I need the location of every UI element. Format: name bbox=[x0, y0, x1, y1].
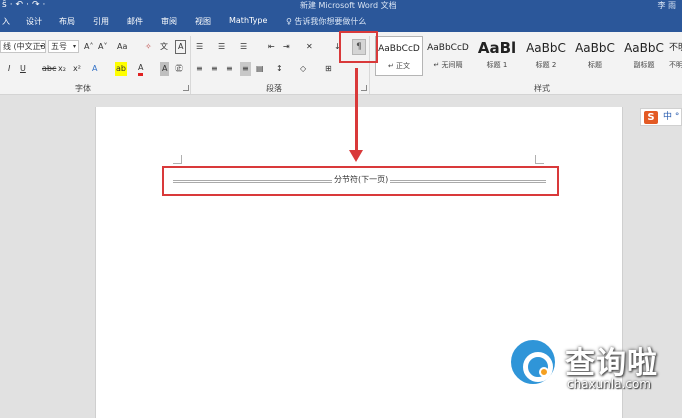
italic-button[interactable]: I bbox=[8, 62, 10, 76]
window-title: 新建 Microsoft Word 文档 bbox=[300, 1, 397, 10]
paragraph-group-label: 段落 bbox=[266, 84, 282, 93]
align-left-button[interactable]: ≡ bbox=[196, 62, 203, 76]
tab-insert[interactable]: 入 bbox=[2, 16, 10, 27]
increase-indent-button[interactable]: ⇥ bbox=[283, 40, 290, 54]
ribbon-tabs: 入 设计 布局 引用 邮件 审阅 视图 MathType ♀ 告诉我你想要做什么 bbox=[0, 12, 682, 32]
tab-mailings[interactable]: 邮件 bbox=[127, 16, 143, 27]
paragraph-shading-button[interactable]: ◇ bbox=[300, 62, 306, 76]
sogou-logo-icon: S bbox=[644, 111, 658, 124]
clear-format-icon[interactable]: ✧ bbox=[145, 40, 152, 54]
multilevel-list-button[interactable]: ☰ bbox=[240, 40, 247, 54]
user-name[interactable]: 李 雨 bbox=[657, 0, 676, 11]
group-divider bbox=[190, 36, 191, 94]
font-dialog-launcher-icon[interactable] bbox=[183, 85, 189, 91]
style-more[interactable]: 不明 不明 bbox=[669, 36, 682, 76]
font-size-value: 五号 bbox=[51, 42, 67, 51]
chevron-down-icon: ▾ bbox=[39, 43, 43, 50]
style-sample: AaBbC bbox=[624, 41, 664, 55]
watermark: 查询啦 chaxunla.com bbox=[505, 333, 680, 403]
style-sample: 不明 bbox=[669, 43, 682, 53]
magnifier-logo-icon bbox=[508, 337, 558, 387]
style-heading-2[interactable]: AaBbC 标题 2 bbox=[522, 36, 570, 76]
margin-corner-mark bbox=[535, 155, 544, 164]
grow-font-button[interactable]: A˄ bbox=[84, 40, 93, 54]
tell-me-search[interactable]: ♀ 告诉我你想要做什么 bbox=[286, 16, 366, 27]
enclose-characters-button[interactable]: ㊣ bbox=[175, 62, 183, 76]
style-name: 不明 bbox=[669, 61, 682, 69]
font-size-combo[interactable]: 五号 ▾ bbox=[48, 40, 79, 53]
highlight-box-section-break bbox=[162, 166, 559, 196]
style-no-spacing[interactable]: AaBbCcD ↵ 无间隔 bbox=[424, 36, 472, 76]
align-right-button[interactable]: ≡ bbox=[226, 62, 233, 76]
style-sample: AaBbC bbox=[526, 41, 566, 55]
asian-layout-button[interactable]: ✕ bbox=[306, 40, 313, 54]
line-spacing-button[interactable]: ↕ bbox=[276, 62, 283, 76]
style-normal[interactable]: AaBbCcD ↵ 正文 bbox=[375, 36, 423, 76]
tab-design[interactable]: 设计 bbox=[26, 16, 42, 27]
font-name-combo[interactable]: 线 (中文正3 ▾ bbox=[0, 40, 46, 53]
style-name: ↵ 正文 bbox=[387, 62, 411, 70]
borders-button[interactable]: ⊞ bbox=[325, 62, 332, 76]
tab-layout[interactable]: 布局 bbox=[59, 16, 75, 27]
justify-button[interactable]: ≡ bbox=[240, 62, 251, 76]
ime-toolbar[interactable]: S 中 ° bbox=[640, 108, 682, 126]
shrink-font-button[interactable]: A˅ bbox=[98, 40, 107, 54]
underline-button[interactable]: U bbox=[20, 62, 26, 76]
watermark-brand: 查询啦 bbox=[565, 346, 658, 381]
paragraph-dialog-launcher-icon[interactable] bbox=[361, 85, 367, 91]
center-button[interactable]: ≡ bbox=[211, 62, 218, 76]
watermark-url: chaxunla.com bbox=[567, 377, 651, 391]
highlight-button[interactable]: ab bbox=[115, 62, 127, 76]
styles-group-label: 样式 bbox=[534, 84, 550, 93]
tab-review[interactable]: 审阅 bbox=[161, 16, 177, 27]
style-sample: AaBl bbox=[477, 39, 517, 57]
style-heading-1[interactable]: AaBl 标题 1 bbox=[473, 36, 521, 76]
distributed-button[interactable]: ▤ bbox=[256, 62, 264, 76]
tab-view[interactable]: 视图 bbox=[195, 16, 211, 27]
style-name: 标题 bbox=[588, 61, 602, 69]
numbering-button[interactable]: ☰ bbox=[218, 40, 225, 54]
style-subtitle[interactable]: AaBbC 副标题 bbox=[620, 36, 668, 76]
font-color-button[interactable]: A bbox=[138, 62, 144, 76]
style-name: 标题 1 bbox=[486, 61, 508, 69]
chevron-down-icon: ▾ bbox=[72, 43, 76, 50]
style-sample: AaBbCcD bbox=[378, 44, 420, 54]
highlight-box-show-marks bbox=[339, 31, 378, 63]
ime-mode-label[interactable]: 中 ° bbox=[663, 111, 679, 124]
character-border-button[interactable]: A bbox=[175, 40, 187, 54]
style-title[interactable]: AaBbC 标题 bbox=[571, 36, 619, 76]
style-name: 副标题 bbox=[633, 61, 655, 69]
phonetic-guide-button[interactable]: 文 bbox=[160, 40, 168, 54]
decrease-indent-button[interactable]: ⇤ bbox=[268, 40, 275, 54]
style-name: 标题 2 bbox=[535, 61, 557, 69]
text-effects-button[interactable]: A bbox=[92, 62, 97, 76]
tab-mathtype[interactable]: MathType bbox=[229, 16, 267, 25]
font-group-label: 字体 bbox=[75, 84, 91, 93]
style-sample: AaBbCcD bbox=[427, 43, 469, 53]
style-name: ↵ 无间隔 bbox=[433, 61, 463, 69]
margin-corner-mark bbox=[173, 155, 182, 164]
annotation-arrow-shaft bbox=[355, 68, 358, 152]
annotation-arrow-icon bbox=[349, 150, 363, 162]
strikethrough-button[interactable]: abc bbox=[42, 62, 56, 76]
quick-access-toolbar[interactable]: ŝ·↶·↷· bbox=[2, 0, 48, 10]
style-sample: AaBbC bbox=[575, 41, 615, 55]
title-bar: ŝ·↶·↷· 新建 Microsoft Word 文档 李 雨 bbox=[0, 0, 682, 12]
change-case-button[interactable]: Aa bbox=[117, 40, 127, 54]
subscript-button[interactable]: x₂ bbox=[58, 62, 66, 76]
logo-dot-icon bbox=[539, 367, 549, 377]
bullets-button[interactable]: ☰ bbox=[196, 40, 203, 54]
character-shading-button[interactable]: A bbox=[160, 62, 170, 76]
superscript-button[interactable]: x² bbox=[73, 62, 81, 76]
tab-references[interactable]: 引用 bbox=[93, 16, 109, 27]
